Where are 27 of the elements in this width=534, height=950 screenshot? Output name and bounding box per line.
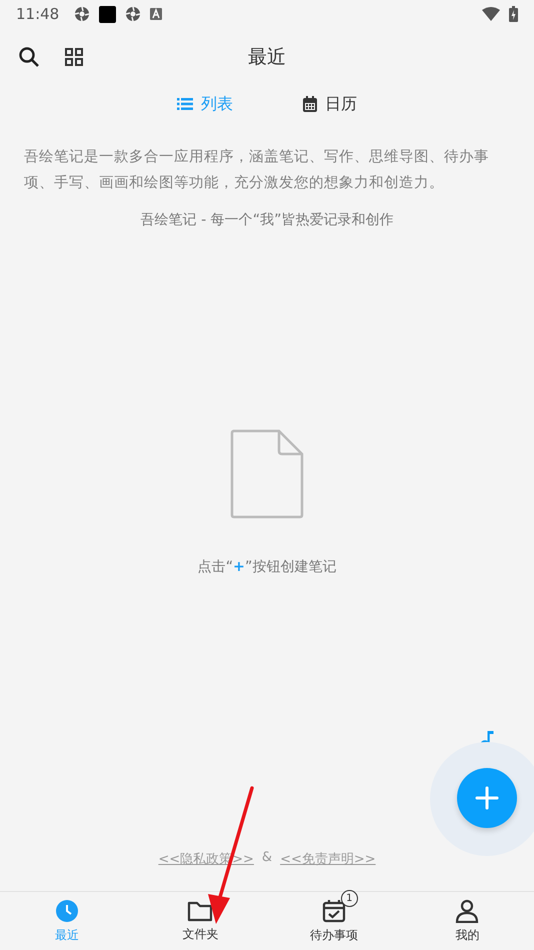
nav-tab[interactable]: 我的 [400, 892, 534, 950]
calendar-check-icon [322, 898, 346, 922]
list-icon [177, 98, 193, 110]
count-badge: 1 [340, 890, 358, 906]
page-title: 最近 [248, 45, 286, 70]
nav-tab[interactable]: 1 待办事项 [267, 892, 400, 950]
app-description: 吾绘笔记是一款多合一应用程序，涵盖笔记、写作、思维导图、待办事项、手写、画画和绘图等功能，充分激发您的想象力和创造力。 [24, 147, 490, 193]
grid-icon [64, 47, 84, 67]
wifi-icon [482, 7, 500, 21]
link-separator: & [262, 850, 272, 867]
view-tab[interactable]: 日历 [299, 90, 361, 118]
battery-icon [509, 6, 518, 22]
nav-tab[interactable]: 文件夹 [134, 892, 267, 950]
search-icon [18, 46, 40, 68]
clock-icon [54, 898, 79, 922]
square-notification-icon [99, 6, 116, 22]
person-icon [455, 898, 480, 922]
app-notification-icon [74, 6, 90, 22]
empty-hint: 点击“+”按钮创建笔记 [198, 558, 336, 576]
status-time: 11:48 [16, 5, 60, 23]
plus-icon [475, 786, 499, 810]
blank-document-icon [230, 429, 304, 519]
slogan: 吾绘笔记 - 每一个“我”皆热爱记录和创作 [140, 211, 394, 229]
keyboard-notification-icon [150, 8, 162, 20]
calendar-icon [303, 96, 317, 112]
folder-icon [187, 900, 214, 922]
app-notification-icon [125, 6, 142, 22]
